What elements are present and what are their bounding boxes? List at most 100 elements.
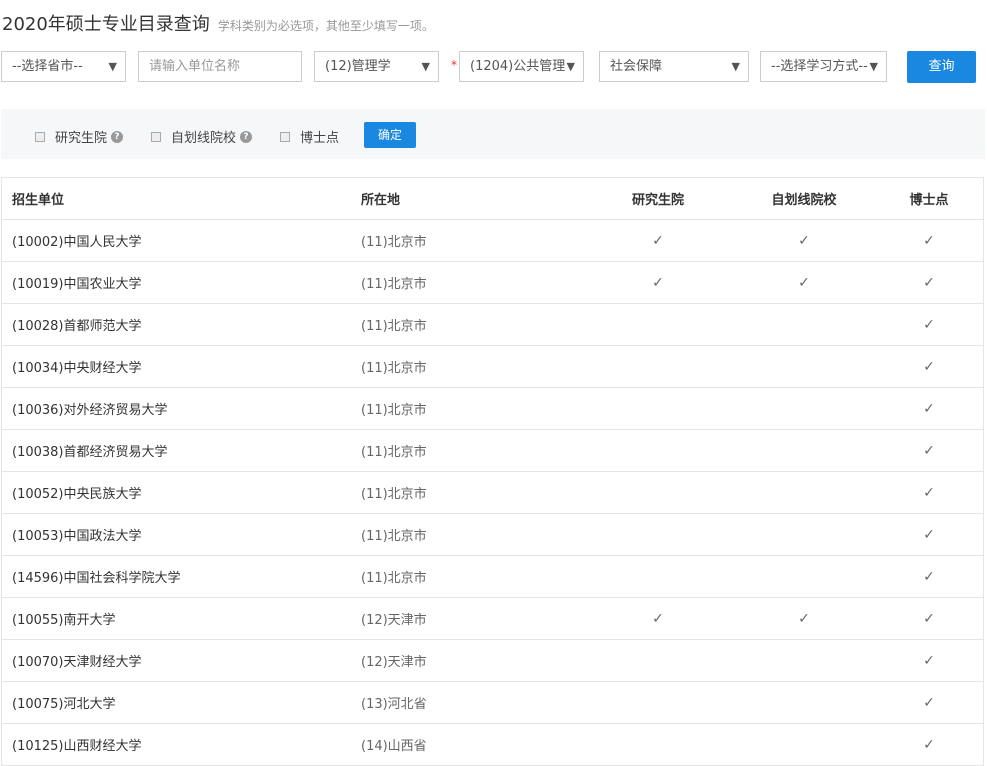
unit-name[interactable]: (10070)天津财经大学 (1, 639, 361, 682)
empty-cell (733, 639, 875, 682)
header-phd: 博士点 (875, 177, 984, 220)
unit-name[interactable]: (10053)中国政法大学 (1, 513, 361, 556)
check-icon: ✓ (875, 219, 984, 262)
header-unit: 招生单位 (1, 177, 361, 220)
dropdown-arrow-icon: ▼ (108, 60, 117, 73)
location: (11)北京市 (361, 387, 583, 430)
check-icon: ✓ (875, 555, 984, 598)
empty-cell (583, 345, 733, 388)
unit-name[interactable]: (10052)中央民族大学 (1, 471, 361, 514)
required-star: * (451, 58, 457, 72)
unit-name[interactable]: (10028)首都师范大学 (1, 303, 361, 346)
header-location: 所在地 (361, 177, 583, 220)
category-select[interactable]: (12)管理学 ▼ (314, 51, 439, 82)
table-header: 招生单位 所在地 研究生院 自划线院校 博士点 (1, 177, 984, 220)
unit-name[interactable]: (10125)山西财经大学 (1, 723, 361, 766)
table-row: (10002)中国人民大学 (11)北京市 ✓ ✓ ✓ (1, 219, 984, 262)
major-select[interactable]: 社会保障 ▼ (599, 51, 749, 82)
check-icon: ✓ (733, 597, 875, 640)
location: (11)北京市 (361, 555, 583, 598)
dropdown-arrow-icon: ▼ (869, 60, 878, 73)
check-icon: ✓ (875, 639, 984, 682)
location: (11)北京市 (361, 303, 583, 346)
empty-cell (733, 471, 875, 514)
location: (13)河北省 (361, 681, 583, 724)
checkbox-icon (151, 131, 161, 142)
check-icon: ✓ (875, 681, 984, 724)
title-text: 2020年硕士专业目录查询 (2, 14, 210, 35)
dropdown-arrow-icon: ▼ (566, 60, 575, 73)
check-icon: ✓ (875, 303, 984, 346)
location: (14)山西省 (361, 723, 583, 766)
empty-cell (583, 639, 733, 682)
table-row: (10034)中央财经大学 (11)北京市 ✓ (1, 345, 984, 388)
empty-cell (733, 513, 875, 556)
check-icon: ✓ (875, 429, 984, 472)
self-line-label: 自划线院校 (171, 131, 237, 146)
province-value: --选择省市-- (12, 59, 83, 74)
major-value: 社会保障 (610, 59, 663, 74)
empty-cell (583, 723, 733, 766)
confirm-button[interactable]: 确定 (364, 122, 416, 148)
unit-name-input[interactable]: 请输入单位名称 (138, 51, 302, 82)
empty-cell (733, 387, 875, 430)
phd-checkbox[interactable]: 博士点 (280, 127, 339, 146)
phd-label: 博士点 (300, 131, 340, 146)
unit-name[interactable]: (10055)南开大学 (1, 597, 361, 640)
empty-cell (733, 303, 875, 346)
location: (11)北京市 (361, 429, 583, 472)
table-row: (10055)南开大学 (12)天津市 ✓ ✓ ✓ (1, 597, 984, 640)
empty-cell (583, 387, 733, 430)
check-icon: ✓ (875, 387, 984, 430)
location: (11)北京市 (361, 513, 583, 556)
table-row: (10052)中央民族大学 (11)北京市 ✓ (1, 471, 984, 514)
check-icon: ✓ (875, 261, 984, 304)
location: (11)北京市 (361, 345, 583, 388)
check-icon: ✓ (875, 723, 984, 766)
unit-name[interactable]: (10002)中国人民大学 (1, 219, 361, 262)
study-mode-select[interactable]: --选择学习方式-- ▼ (760, 51, 887, 82)
dropdown-arrow-icon: ▼ (731, 60, 740, 73)
table-row: (10028)首都师范大学 (11)北京市 ✓ (1, 303, 984, 346)
unit-name[interactable]: (10038)首都经济贸易大学 (1, 429, 361, 472)
checkbox-icon (280, 131, 290, 142)
empty-cell (733, 429, 875, 472)
empty-cell (583, 555, 733, 598)
unit-name[interactable]: (10036)对外经济贸易大学 (1, 387, 361, 430)
header-grad-school: 研究生院 (583, 177, 733, 220)
dropdown-arrow-icon: ▼ (421, 60, 430, 73)
discipline-select[interactable]: (1204)公共管理 ▼ (459, 51, 584, 82)
page-title: 2020年硕士专业目录查询 学科类别为必选项，其他至少填写一项。 (2, 10, 434, 36)
check-icon: ✓ (583, 219, 733, 262)
help-icon[interactable]: ? (111, 130, 124, 143)
empty-cell (583, 681, 733, 724)
category-value: (12)管理学 (325, 59, 391, 74)
check-icon: ✓ (875, 597, 984, 640)
table-row: (10019)中国农业大学 (11)北京市 ✓ ✓ ✓ (1, 261, 984, 304)
empty-cell (583, 513, 733, 556)
table-row: (14596)中国社会科学院大学 (11)北京市 ✓ (1, 555, 984, 598)
empty-cell (583, 303, 733, 346)
check-icon: ✓ (733, 219, 875, 262)
unit-placeholder: 请输入单位名称 (149, 59, 241, 74)
location: (12)天津市 (361, 639, 583, 682)
hint-text: 学科类别为必选项，其他至少填写一项。 (217, 19, 434, 33)
location: (11)北京市 (361, 219, 583, 262)
unit-name[interactable]: (10034)中央财经大学 (1, 345, 361, 388)
unit-name[interactable]: (14596)中国社会科学院大学 (1, 555, 361, 598)
header-self-line: 自划线院校 (733, 177, 875, 220)
unit-name[interactable]: (10075)河北大学 (1, 681, 361, 724)
table-row: (10075)河北大学 (13)河北省 ✓ (1, 681, 984, 724)
self-line-checkbox[interactable]: 自划线院校? (151, 127, 253, 146)
results-table: 招生单位 所在地 研究生院 自划线院校 博士点 (10002)中国人民大学 (11… (1, 177, 984, 766)
grad-school-checkbox[interactable]: 研究生院? (35, 127, 124, 146)
table-row: (10053)中国政法大学 (11)北京市 ✓ (1, 513, 984, 556)
help-icon[interactable]: ? (240, 130, 253, 143)
empty-cell (583, 429, 733, 472)
table-row: (10036)对外经济贸易大学 (11)北京市 ✓ (1, 387, 984, 430)
search-button[interactable]: 查询 (907, 51, 976, 83)
check-icon: ✓ (875, 345, 984, 388)
table-row: (10038)首都经济贸易大学 (11)北京市 ✓ (1, 429, 984, 472)
province-select[interactable]: --选择省市-- ▼ (1, 51, 126, 82)
unit-name[interactable]: (10019)中国农业大学 (1, 261, 361, 304)
